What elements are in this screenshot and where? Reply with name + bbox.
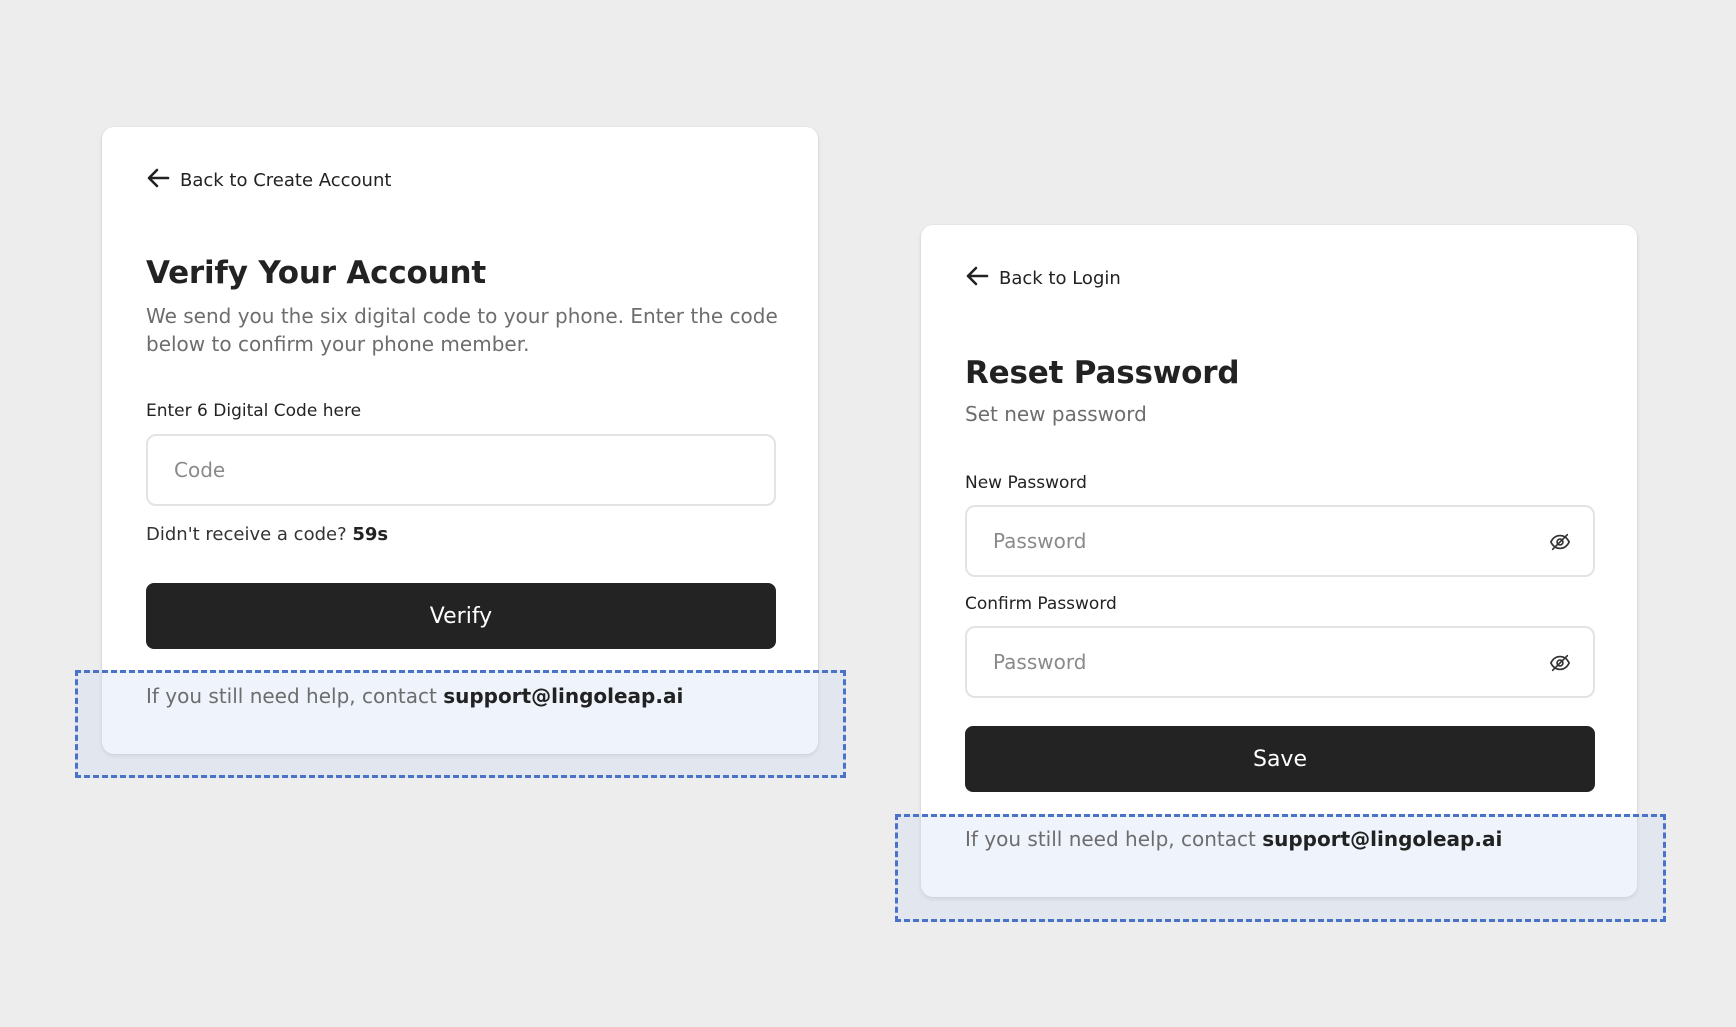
reset-password-card: Back to Login Reset Password Set new pas… <box>921 225 1637 897</box>
back-link-label: Back to Create Account <box>180 170 392 191</box>
confirm-password-input[interactable] <box>967 628 1593 696</box>
resend-code-text: Didn't receive a code? 59s <box>146 524 388 545</box>
page-title: Reset Password <box>965 355 1240 391</box>
page-title: Verify Your Account <box>146 255 486 291</box>
new-password-input[interactable] <box>967 507 1593 575</box>
confirm-password-label: Confirm Password <box>965 594 1117 614</box>
code-field-label: Enter 6 Digital Code here <box>146 401 362 421</box>
page-description: We send you the six digital code to your… <box>146 304 778 356</box>
back-to-create-account-link[interactable]: Back to Create Account <box>146 167 391 194</box>
support-email-link[interactable]: support@lingoleap.ai <box>1262 827 1502 851</box>
eye-off-icon[interactable] <box>1549 531 1571 553</box>
new-password-label: New Password <box>965 473 1087 493</box>
help-text: If you still need help, contact support@… <box>146 684 683 708</box>
verify-account-card: Back to Create Account Verify Your Accou… <box>102 127 818 754</box>
code-input[interactable] <box>148 436 774 504</box>
confirm-password-wrapper <box>965 626 1595 698</box>
new-password-wrapper <box>965 505 1595 577</box>
support-email-link[interactable]: support@lingoleap.ai <box>443 684 683 708</box>
resend-timer: 59s <box>352 524 389 545</box>
help-text: If you still need help, contact support@… <box>965 827 1502 851</box>
help-prefix: If you still need help, contact <box>965 827 1256 851</box>
back-link-label: Back to Login <box>999 268 1121 289</box>
resend-prompt: Didn't receive a code? <box>146 524 347 545</box>
arrow-left-icon <box>146 167 180 194</box>
save-button[interactable]: Save <box>965 726 1595 792</box>
verify-button[interactable]: Verify <box>146 583 776 649</box>
page-subtitle: Set new password <box>965 402 1147 426</box>
back-to-login-link[interactable]: Back to Login <box>965 265 1121 292</box>
eye-off-icon[interactable] <box>1549 652 1571 674</box>
arrow-left-icon <box>965 265 999 292</box>
help-prefix: If you still need help, contact <box>146 684 437 708</box>
code-input-wrapper <box>146 434 776 506</box>
